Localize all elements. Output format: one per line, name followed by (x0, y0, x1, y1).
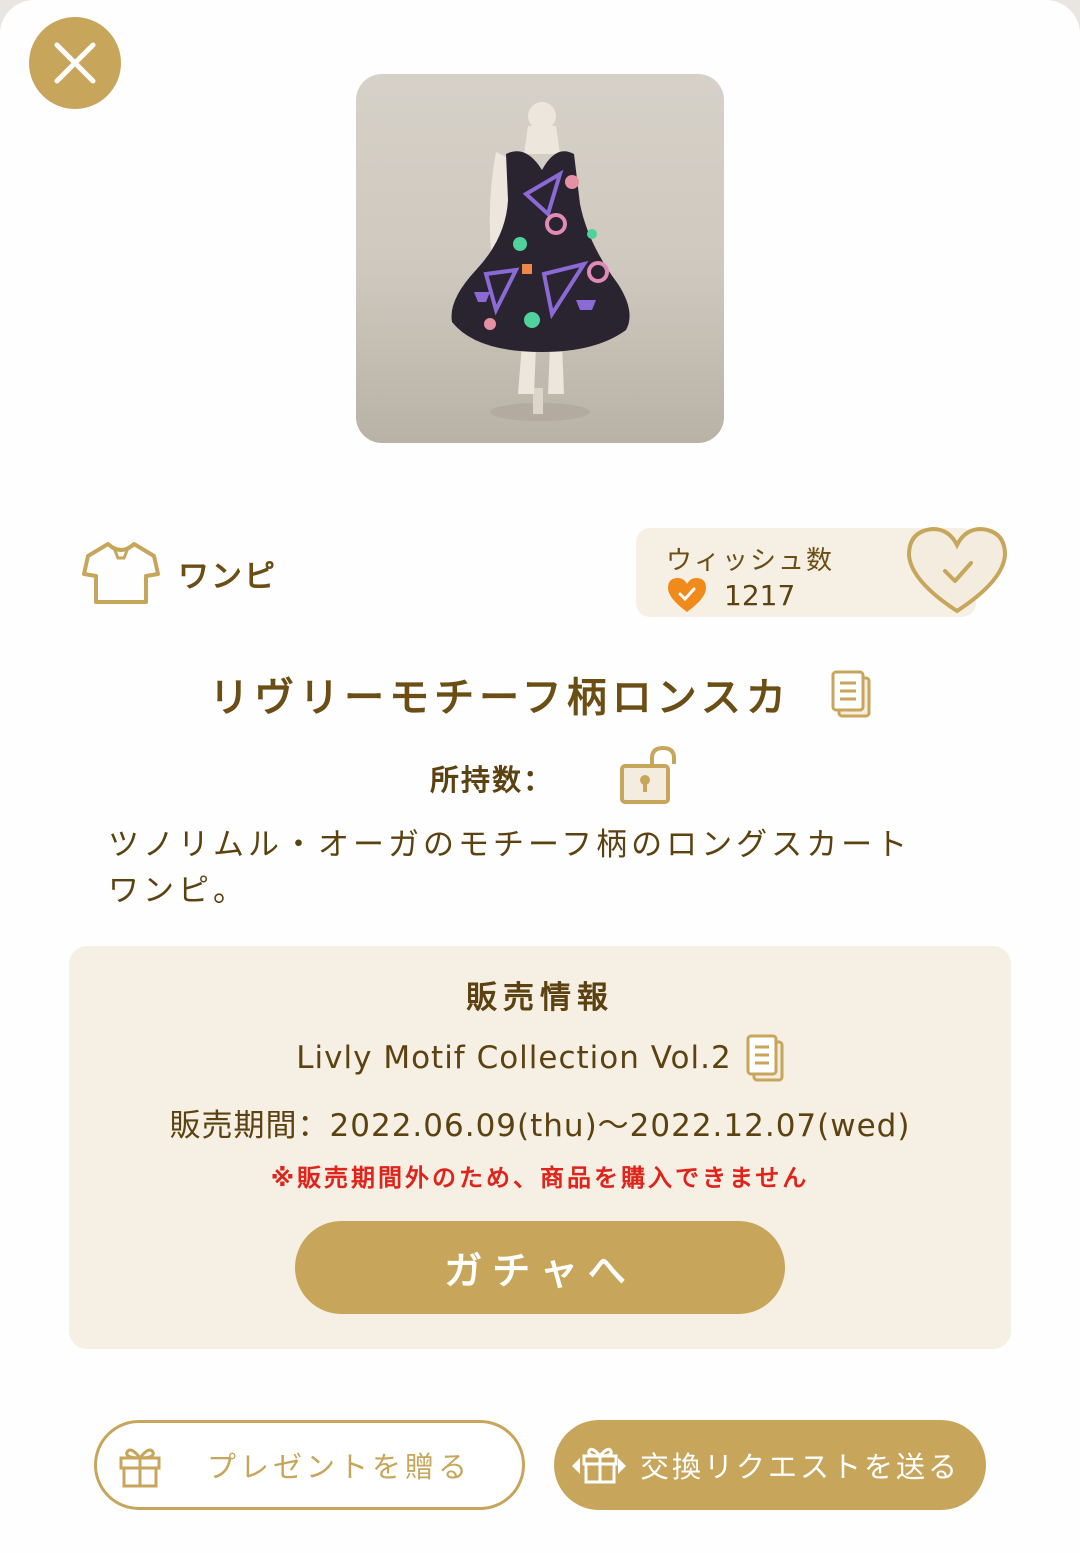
unlock-icon[interactable] (618, 746, 680, 806)
owned-label: 所持数： (430, 763, 555, 797)
owned-count-row: 所持数： (430, 748, 554, 808)
wish-toggle-button[interactable] (905, 525, 1009, 617)
description-line: ワンピ。 (108, 873, 248, 909)
copy-icon[interactable] (831, 670, 871, 718)
sale-info-heading: 販売情報 (466, 980, 614, 1016)
gift-icon (119, 1448, 161, 1488)
item-title: リヴリーモチーフ柄ロンスカ (209, 675, 791, 721)
heart-check-icon (668, 578, 706, 612)
dress-icon (451, 102, 630, 421)
description-line: ツノリムル・オーガのモチーフ柄のロングスカート (108, 827, 912, 863)
gacha-button[interactable]: ガチャへ (295, 1221, 785, 1314)
trade-gift-icon (572, 1447, 626, 1484)
close-icon (54, 42, 96, 84)
shirt-icon (82, 542, 160, 604)
item-title-row: リヴリーモチーフ柄ロンスカ (0, 662, 1080, 726)
category-label: ワンピ (178, 558, 277, 595)
sale-period: 販売期間：2022.06.09(thu)〜2022.12.07(wed) (169, 1108, 911, 1144)
send-present-button[interactable]: プレゼントを贈る (94, 1420, 525, 1510)
wish-label: ウィッシュ数 (666, 546, 835, 576)
copy-icon[interactable] (746, 1034, 784, 1082)
item-category: ワンピ (82, 538, 277, 608)
item-description: ツノリムル・オーガのモチーフ柄のロングスカート ワンピ。 (108, 822, 968, 914)
sale-collection-row: Livly Motif Collection Vol.2 (0, 1030, 1080, 1086)
heart-outline-icon (906, 526, 1008, 614)
send-present-label: プレゼントを贈る (207, 1450, 472, 1484)
trade-request-label: 交換リクエストを送る (640, 1450, 961, 1484)
wish-count-row: 1217 (666, 576, 795, 614)
sale-collection-name: Livly Motif Collection Vol.2 (296, 1040, 732, 1076)
close-button[interactable] (29, 17, 121, 109)
item-image (356, 74, 724, 443)
sale-warning: ※販売期間外のため、商品を購入できません (270, 1164, 810, 1192)
trade-request-button[interactable]: 交換リクエストを送る (554, 1420, 986, 1510)
wish-count: 1217 (724, 578, 796, 612)
item-detail-sheet: ワンピ ウィッシュ数 1217 リヴリーモチーフ柄ロンスカ 所持数： ツノリムル… (0, 0, 1080, 1553)
